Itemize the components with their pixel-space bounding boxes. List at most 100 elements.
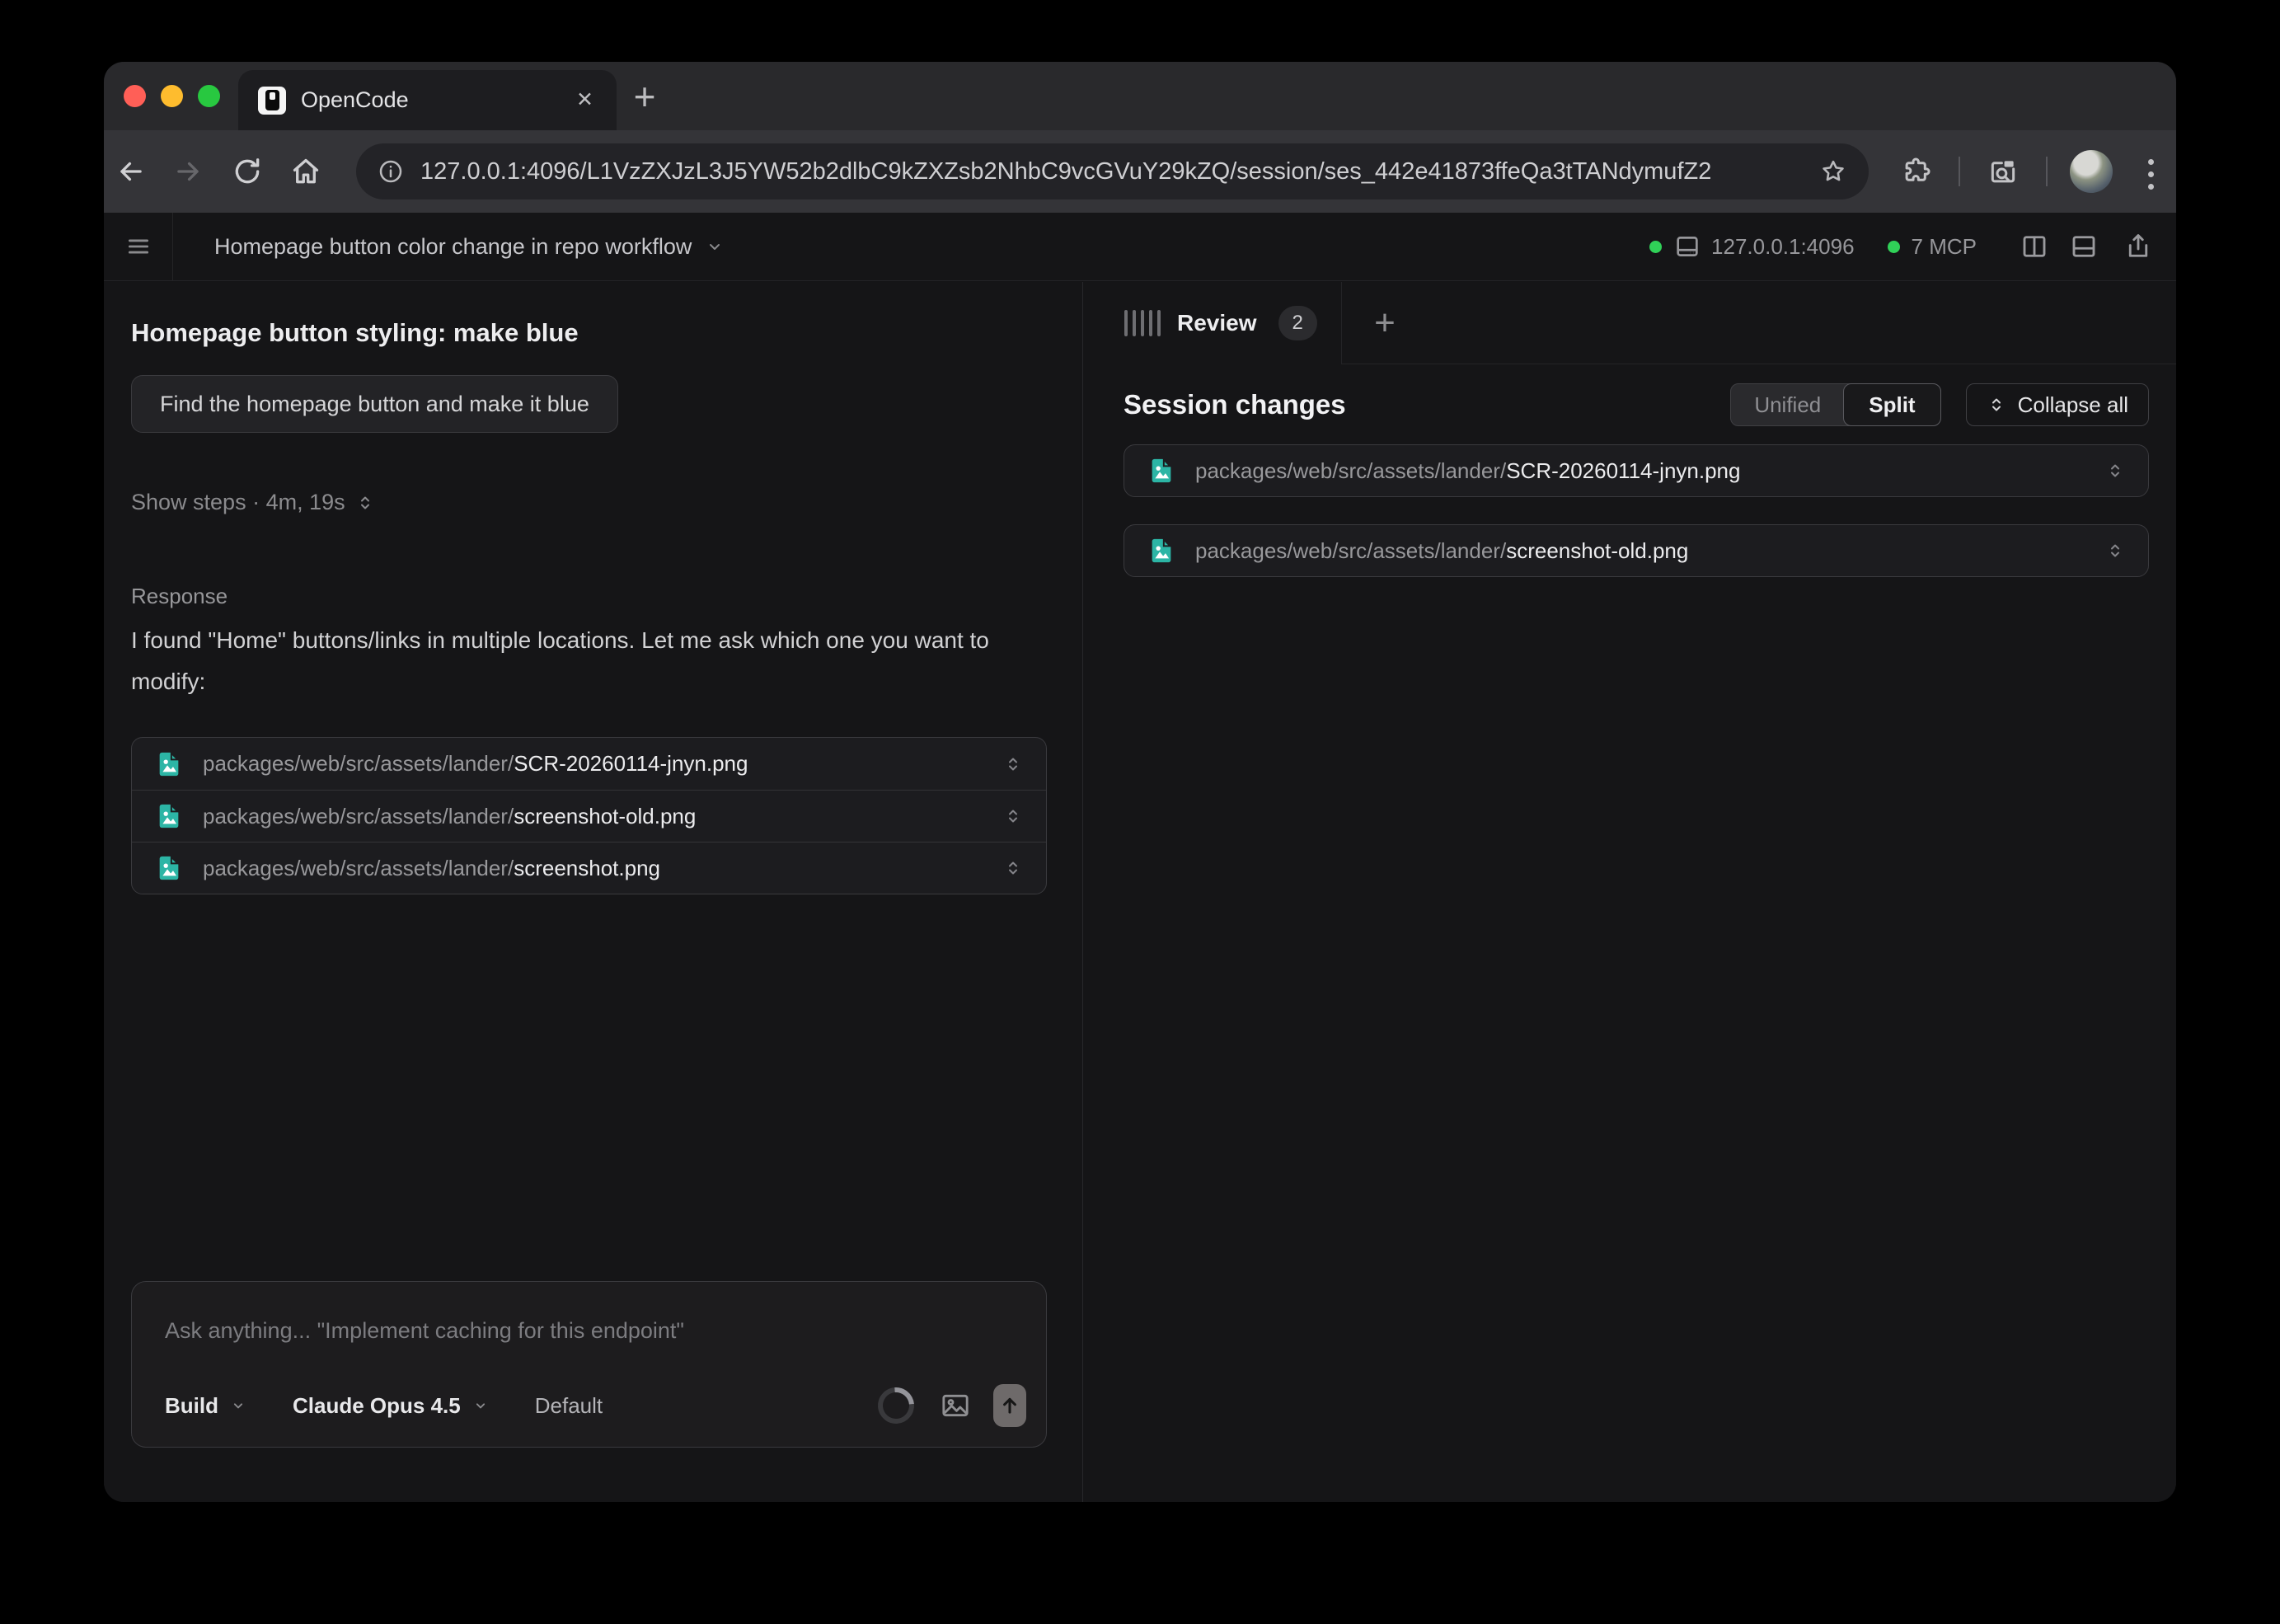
share-icon[interactable] xyxy=(2123,232,2153,261)
reload-icon[interactable] xyxy=(232,156,263,187)
working-spinner xyxy=(870,1380,922,1431)
mcp-status-dot xyxy=(1888,241,1900,253)
response-label: Response xyxy=(131,584,228,609)
file-row[interactable]: packages/web/src/assets/lander/screensho… xyxy=(132,842,1046,894)
review-tab-row: Review 2 + xyxy=(1083,282,2176,364)
home-icon[interactable] xyxy=(290,156,321,187)
image-file-icon xyxy=(155,854,183,882)
add-review-tab-button[interactable]: + xyxy=(1362,298,1408,348)
review-panel: Review 2 + Session changes Unified Split xyxy=(1083,282,2176,1502)
browser-toolbar: 127.0.0.1:4096/L1VzZXJzL3J5YW52b2dlbC9kZ… xyxy=(104,130,2176,213)
file-option-list: packages/web/src/assets/lander/SCR-20260… xyxy=(131,737,1047,894)
review-count-badge: 2 xyxy=(1278,306,1317,340)
toolbar-separator xyxy=(2046,157,2048,186)
image-file-icon xyxy=(155,750,183,778)
browser-window: OpenCode ✕ + 127.0.0.1:409 xyxy=(104,62,2176,1502)
chevron-down-icon xyxy=(705,237,725,256)
chevron-down-icon xyxy=(230,1397,246,1414)
file-dir: packages/web/src/assets/lander/ xyxy=(1195,458,1506,483)
bookmark-star-icon[interactable] xyxy=(1819,157,1847,185)
file-name: screenshot-old.png xyxy=(514,804,696,828)
thread-title: Homepage button styling: make blue xyxy=(131,318,579,348)
attach-image-icon[interactable] xyxy=(939,1389,972,1422)
file-name: screenshot-old.png xyxy=(1506,538,1688,563)
split-columns-icon[interactable] xyxy=(2020,232,2049,261)
session-changes-heading: Session changes xyxy=(1124,389,1346,420)
file-dir: packages/web/src/assets/lander/ xyxy=(203,751,514,776)
diff-view-segmented: Unified Split xyxy=(1730,383,1940,426)
address-bar[interactable]: 127.0.0.1:4096/L1VzZXJzL3J5YW52b2dlbC9kZ… xyxy=(356,143,1869,199)
split-rows-icon[interactable] xyxy=(2069,232,2099,261)
collapse-all-label: Collapse all xyxy=(2018,392,2128,418)
file-name: SCR-20260114-jnyn.png xyxy=(1506,458,1740,483)
file-dir: packages/web/src/assets/lander/ xyxy=(203,804,514,828)
expand-collapse-icon[interactable] xyxy=(1003,754,1023,774)
image-file-icon xyxy=(1147,457,1175,485)
back-icon[interactable] xyxy=(115,156,147,187)
file-row[interactable]: packages/web/src/assets/lander/screensho… xyxy=(132,790,1046,842)
hamburger-icon xyxy=(124,232,152,260)
tab-strip: OpenCode ✕ + xyxy=(104,62,2176,130)
expand-collapse-icon[interactable] xyxy=(2105,461,2125,481)
tab-close-icon[interactable]: ✕ xyxy=(573,87,597,114)
tab-title: OpenCode xyxy=(301,87,558,113)
server-status-dot xyxy=(1649,241,1662,253)
header-status: 127.0.0.1:4096 7 MCP xyxy=(1649,213,2153,280)
model-select[interactable]: Claude Opus 4.5 xyxy=(293,1393,461,1419)
file-name: SCR-20260114-jnyn.png xyxy=(514,751,748,776)
expand-collapse-icon[interactable] xyxy=(1003,806,1023,826)
host-label[interactable]: 127.0.0.1:4096 xyxy=(1711,234,1855,260)
user-message: Find the homepage button and make it blu… xyxy=(131,375,618,433)
tab-review[interactable]: Review 2 xyxy=(1083,282,1342,364)
image-file-icon xyxy=(1147,537,1175,565)
composer-controls: Build Claude Opus 4.5 Default xyxy=(165,1384,1026,1427)
session-change-row[interactable]: packages/web/src/assets/lander/SCR-20260… xyxy=(1124,444,2149,497)
localhost-device-icon xyxy=(1673,232,1701,260)
session-changes-header: Session changes Unified Split Collapse a… xyxy=(1124,383,2149,426)
expand-collapse-icon[interactable] xyxy=(2105,541,2125,561)
url-text: 127.0.0.1:4096/L1VzZXJzL3J5YW52b2dlbC9kZ… xyxy=(420,158,1803,185)
file-dir: packages/web/src/assets/lander/ xyxy=(1195,538,1506,563)
file-dir: packages/web/src/assets/lander/ xyxy=(203,856,514,880)
expand-collapse-icon[interactable] xyxy=(1003,858,1023,878)
session-title: Homepage button color change in repo wor… xyxy=(214,234,692,260)
steps-summary: Show steps · 4m, 19s xyxy=(131,490,345,515)
mode-select[interactable]: Build xyxy=(165,1393,218,1419)
forward-icon[interactable] xyxy=(172,156,204,187)
composer-placeholder: Ask anything... "Implement caching for t… xyxy=(165,1318,684,1344)
browser-tab-opencode[interactable]: OpenCode ✕ xyxy=(238,70,617,130)
expand-collapse-icon xyxy=(355,493,375,513)
main-content: Homepage button styling: make blue Find … xyxy=(104,282,2176,1502)
extensions-icon[interactable] xyxy=(1901,156,1932,187)
message-composer[interactable]: Ask anything... "Implement caching for t… xyxy=(131,1281,1047,1448)
response-text: I found "Home" buttons/links in multiple… xyxy=(131,620,1013,702)
image-file-icon xyxy=(155,802,183,830)
sidebar-toggle[interactable] xyxy=(104,213,173,280)
file-row[interactable]: packages/web/src/assets/lander/SCR-20260… xyxy=(132,738,1046,790)
mcp-label[interactable]: 7 MCP xyxy=(1912,234,1977,260)
new-tab-button[interactable]: + xyxy=(619,72,670,121)
browser-menu-icon[interactable] xyxy=(2148,171,2154,177)
session-title-dropdown[interactable]: Homepage button color change in repo wor… xyxy=(214,234,725,260)
session-change-row[interactable]: packages/web/src/assets/lander/screensho… xyxy=(1124,524,2149,577)
window-controls xyxy=(124,62,220,130)
minimize-window-button[interactable] xyxy=(161,85,183,107)
variant-select[interactable]: Default xyxy=(535,1393,603,1419)
search-tabs-icon[interactable] xyxy=(1987,156,2019,187)
site-info-icon[interactable] xyxy=(378,158,404,185)
zoom-window-button[interactable] xyxy=(198,85,220,107)
close-window-button[interactable] xyxy=(124,85,146,107)
show-steps-toggle[interactable]: Show steps · 4m, 19s xyxy=(131,490,375,515)
split-view-button[interactable]: Split xyxy=(1843,383,1940,426)
send-button[interactable] xyxy=(993,1384,1026,1427)
desktop: OpenCode ✕ + 127.0.0.1:409 xyxy=(0,0,2280,1624)
unified-view-button[interactable]: Unified xyxy=(1731,384,1844,425)
collapse-all-button[interactable]: Collapse all xyxy=(1966,383,2149,426)
expand-collapse-icon xyxy=(1987,395,2006,415)
chat-panel: Homepage button styling: make blue Find … xyxy=(104,282,1082,1502)
arrow-up-icon xyxy=(998,1394,1021,1417)
profile-avatar[interactable] xyxy=(2070,150,2113,193)
chevron-down-icon xyxy=(472,1397,489,1414)
app-header: Homepage button color change in repo wor… xyxy=(104,213,2176,281)
opencode-app: Homepage button color change in repo wor… xyxy=(104,213,2176,1502)
